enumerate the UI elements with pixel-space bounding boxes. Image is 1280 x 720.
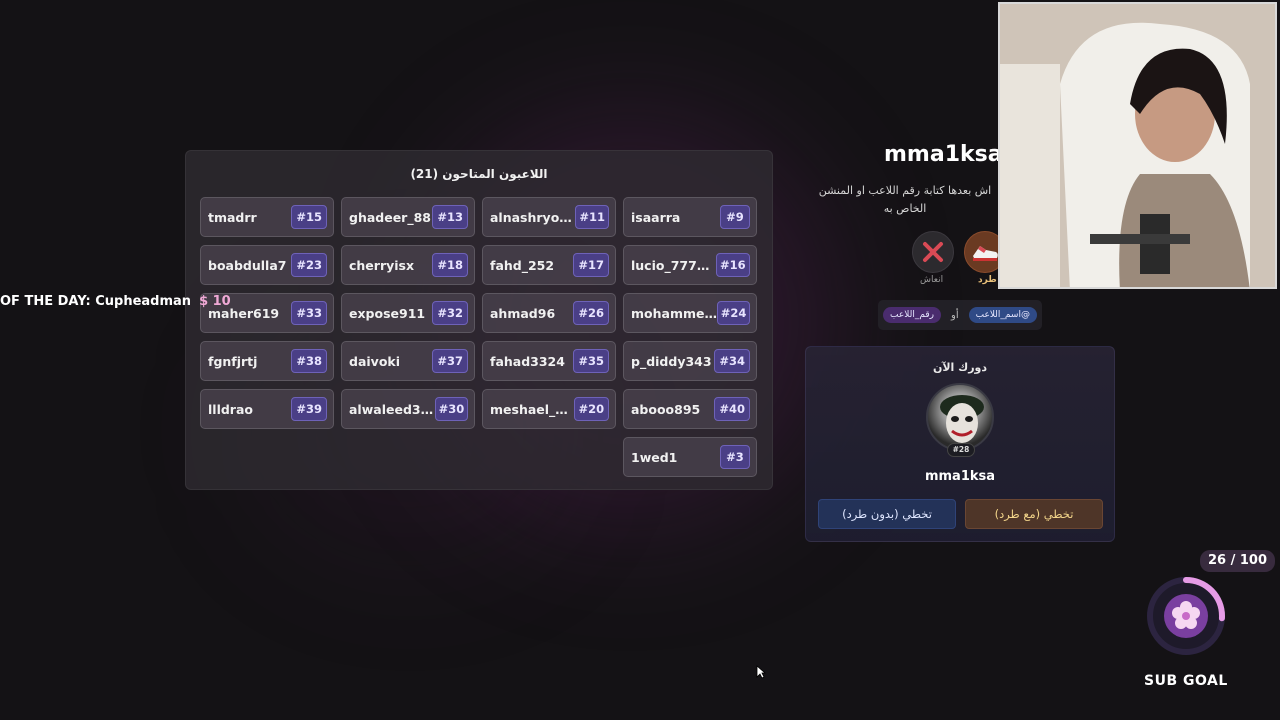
player-card[interactable]: mohammed_k#24 bbox=[623, 293, 757, 333]
ticker-amount: $ 10 bbox=[199, 294, 231, 309]
player-number-badge: #35 bbox=[573, 349, 609, 373]
turn-player-name: mma1ksa bbox=[924, 469, 996, 484]
player-number-badge: #34 bbox=[714, 349, 750, 373]
sub-goal-count: 26 / 100 bbox=[1200, 550, 1276, 572]
player-card[interactable]: daivoki #37 bbox=[341, 341, 475, 381]
player-name: expose911 bbox=[349, 305, 426, 321]
avatar bbox=[926, 383, 994, 451]
ticker-text: OF THE DAY: Cupheadman bbox=[0, 294, 192, 309]
player-number-badge: #23 bbox=[291, 253, 327, 277]
player-card[interactable]: abooo895 #40 bbox=[623, 389, 757, 429]
player-card[interactable]: isaarra #9 bbox=[623, 197, 757, 237]
your-turn-card: دورك الآن #28 mma1ksa تخطي (بدون طرد) تخ… bbox=[805, 346, 1115, 542]
player-number-badge: #3 bbox=[720, 445, 750, 469]
player-card[interactable]: fahad3324 #35 bbox=[482, 341, 616, 381]
skip-without-kick-button[interactable]: تخطي (بدون طرد) bbox=[818, 499, 956, 529]
player-card[interactable]: ghadeer_88 #13 bbox=[341, 197, 475, 237]
player-card[interactable]: cherryisx #18 bbox=[341, 245, 475, 285]
player-number-badge: #17 bbox=[573, 253, 609, 277]
player-name: p_diddy343 bbox=[631, 353, 712, 369]
player-card[interactable]: p_diddy343 #34 bbox=[623, 341, 757, 381]
player-name: lucio_7778... bbox=[631, 257, 716, 273]
player-number-badge: #40 bbox=[714, 397, 750, 421]
player-name: fahad3324 bbox=[490, 353, 565, 369]
player-name: fahd_252 bbox=[490, 257, 555, 273]
player-name: ahmad96 bbox=[490, 305, 556, 321]
turn-title: دورك الآن bbox=[932, 361, 988, 374]
mention-format-hint: @اسم_اللاعب أو رقم_اللاعب bbox=[878, 300, 1042, 330]
player-card[interactable]: meshael_mr #20 bbox=[482, 389, 616, 429]
webcam-overlay bbox=[998, 2, 1277, 289]
player-name: daivoki bbox=[349, 353, 401, 369]
player-name: cherryisx bbox=[349, 257, 415, 273]
revive-label: انعاش bbox=[920, 275, 944, 285]
player-number-badge: #28 bbox=[947, 443, 975, 457]
player-number-badge: #20 bbox=[573, 397, 609, 421]
player-card[interactable]: alwaleed36... #30 bbox=[341, 389, 475, 429]
player-name: alwaleed36... bbox=[349, 401, 435, 417]
player-number-badge: #11 bbox=[575, 205, 609, 229]
panel-title: اللاعبون المتاحون (21) bbox=[410, 167, 548, 181]
player-name: mohammed_k bbox=[631, 305, 717, 321]
cursor-icon bbox=[756, 665, 767, 679]
player-number-badge: #37 bbox=[432, 349, 468, 373]
player-card[interactable]: fgnfjrtj #38 bbox=[200, 341, 334, 381]
player-name: ghadeer_88 bbox=[349, 209, 431, 225]
donation-ticker: OF THE DAY: Cupheadman $ 10 bbox=[0, 294, 231, 309]
player-number-badge: #38 bbox=[291, 349, 327, 373]
streamer-webcam-image bbox=[1000, 4, 1275, 287]
player-number-badge: #15 bbox=[291, 205, 327, 229]
current-username: mma1ksa bbox=[884, 142, 1003, 167]
player-number-badge: #13 bbox=[432, 205, 468, 229]
player-number-badge: #39 bbox=[291, 397, 327, 421]
player-name: isaarra bbox=[631, 209, 681, 225]
player-card[interactable]: alnashryo2... #11 bbox=[482, 197, 616, 237]
player-number-badge: #16 bbox=[715, 253, 750, 277]
player-number-chip: رقم_اللاعب bbox=[883, 307, 941, 323]
kick-label: طرد bbox=[978, 275, 997, 285]
skip-with-kick-button[interactable]: تخطي (مع طرد) bbox=[965, 499, 1103, 529]
cross-icon bbox=[923, 242, 943, 262]
player-name: boabdulla7 bbox=[208, 257, 287, 273]
or-text: أو bbox=[951, 309, 959, 321]
player-name: 1wed1 bbox=[631, 449, 678, 465]
player-card[interactable]: 1wed1 #3 bbox=[623, 437, 757, 477]
player-name: abooo895 bbox=[631, 401, 701, 417]
instruction-text: اش بعدها كتابة رقم اللاعب او المنشن الخا… bbox=[818, 184, 992, 215]
player-card[interactable]: ahmad96 #26 bbox=[482, 293, 616, 333]
player-name: meshael_mr bbox=[490, 401, 574, 417]
player-card[interactable]: boabdulla7 #23 bbox=[200, 245, 334, 285]
joker-face-icon bbox=[940, 395, 984, 443]
shoe-icon bbox=[973, 246, 998, 261]
player-number-badge: #33 bbox=[291, 301, 327, 325]
player-number-badge: #26 bbox=[573, 301, 609, 325]
player-name-chip: @اسم_اللاعب bbox=[968, 307, 1037, 323]
sub-goal-ring bbox=[1144, 574, 1228, 658]
sub-goal-label: SUB GOAL bbox=[1144, 673, 1228, 689]
player-card[interactable]: lucio_7778... #16 bbox=[623, 245, 757, 285]
player-number-badge: #18 bbox=[432, 253, 468, 277]
player-card[interactable]: fahd_252 #17 bbox=[482, 245, 616, 285]
player-name: llldrao bbox=[208, 401, 253, 417]
player-name: alnashryo2... bbox=[490, 209, 576, 225]
flower-icon bbox=[1147, 577, 1225, 655]
player-card[interactable]: expose911 #32 bbox=[341, 293, 475, 333]
mouse-cursor bbox=[756, 664, 767, 683]
player-number-badge: #32 bbox=[432, 301, 468, 325]
player-number-badge: #24 bbox=[717, 301, 750, 325]
available-players-panel: اللاعبون المتاحون (21) tmadrr #15 ghadeer_… bbox=[185, 150, 773, 490]
player-card[interactable]: llldrao #39 bbox=[200, 389, 334, 429]
player-number-badge: #9 bbox=[720, 205, 750, 229]
players-grid: tmadrr #15 ghadeer_88 #13 alnashryo2... #11 is… bbox=[200, 197, 757, 477]
revive-action[interactable] bbox=[912, 231, 954, 273]
player-card[interactable]: tmadrr #15 bbox=[200, 197, 334, 237]
player-number-badge: #30 bbox=[434, 397, 468, 421]
player-name: tmadrr bbox=[208, 209, 257, 225]
player-name: fgnfjrtj bbox=[208, 353, 258, 369]
